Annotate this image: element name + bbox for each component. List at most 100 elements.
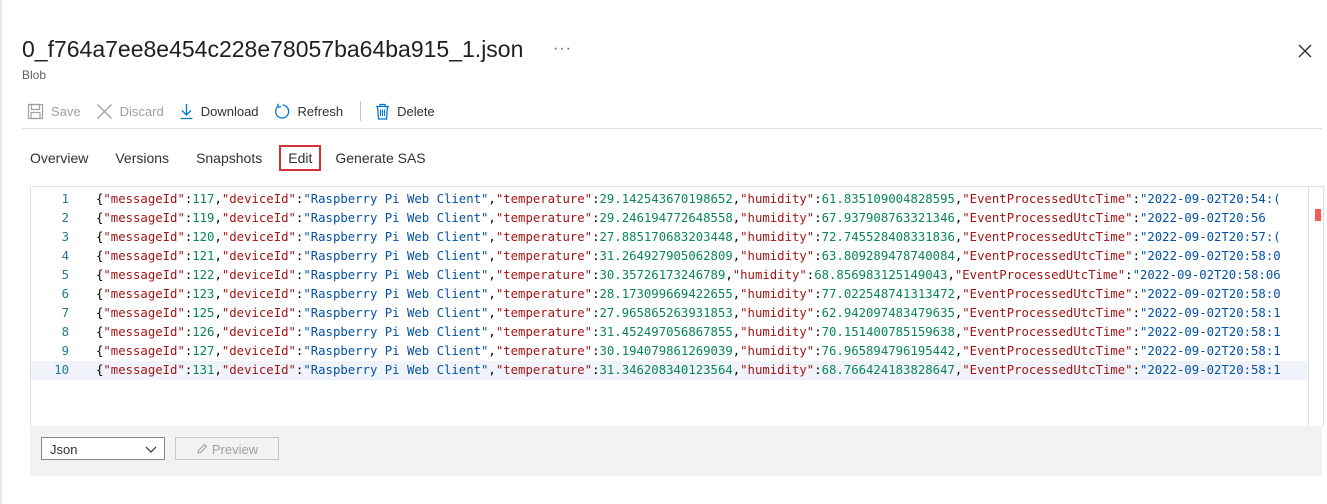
- code-text: {"messageId":126,"deviceId":"Raspberry P…: [96, 323, 1281, 342]
- json-key: "EventProcessedUtcTime": [962, 249, 1133, 263]
- json-key: "EventProcessedUtcTime": [962, 287, 1133, 301]
- json-key: "temperature": [495, 268, 593, 282]
- chevron-down-icon: [145, 446, 157, 453]
- json-comma: ,: [488, 211, 496, 225]
- json-key: "humidity": [740, 287, 815, 301]
- json-colon: :: [814, 325, 822, 339]
- json-string: "2022-09-02T20:58:0: [1139, 287, 1281, 301]
- delete-button[interactable]: Delete: [375, 103, 435, 120]
- json-number: 119: [192, 211, 215, 225]
- tab-versions[interactable]: Versions: [115, 150, 169, 166]
- json-key: "messageId": [103, 249, 185, 263]
- code-line: 10 {"messageId":131,"deviceId":"Raspberry…: [31, 361, 1323, 380]
- discard-button[interactable]: Discard: [96, 103, 164, 120]
- json-string: "Raspberry Pi Web Client": [303, 192, 489, 206]
- json-key: "deviceId": [221, 306, 296, 320]
- format-select[interactable]: Json: [41, 437, 165, 460]
- more-options-button[interactable]: ···: [553, 40, 572, 58]
- json-key: "humidity": [732, 268, 807, 282]
- json-key: "messageId": [103, 211, 185, 225]
- json-number: 77.022548741313472: [821, 287, 955, 301]
- json-key: "humidity": [740, 325, 815, 339]
- code-text: {"messageId":120,"deviceId":"Raspberry P…: [96, 228, 1281, 247]
- save-icon: [27, 103, 44, 119]
- json-key: "temperature": [495, 325, 593, 339]
- command-bar: Save Discard Download Refresh Delete: [27, 98, 450, 124]
- json-number: 122: [192, 268, 215, 282]
- json-number: 31.264927905062809: [599, 249, 733, 263]
- json-comma: ,: [488, 363, 496, 377]
- json-colon: :: [1132, 344, 1140, 358]
- json-string: "2022-09-02T20:58:1: [1139, 363, 1281, 377]
- json-key: "temperature": [495, 287, 593, 301]
- json-key: "temperature": [495, 211, 593, 225]
- json-number: 29.142543670198652: [599, 192, 733, 206]
- json-colon: :: [1132, 230, 1140, 244]
- json-key: "messageId": [103, 192, 185, 206]
- json-comma: ,: [214, 211, 222, 225]
- json-colon: :: [814, 363, 822, 377]
- json-key: "deviceId": [221, 249, 296, 263]
- json-comma: ,: [488, 325, 496, 339]
- page-title: 0_f764a7ee8e454c228e78057ba64ba915_1.jso…: [22, 36, 524, 62]
- code-text: {"messageId":127,"deviceId":"Raspberry P…: [96, 342, 1281, 361]
- json-string: "Raspberry Pi Web Client": [303, 230, 489, 244]
- json-string: "Raspberry Pi Web Client": [303, 325, 489, 339]
- json-string: "Raspberry Pi Web Client": [303, 363, 489, 377]
- code-line: 2 {"messageId":119,"deviceId":"Raspberry …: [31, 209, 1323, 228]
- json-colon: :: [814, 287, 822, 301]
- toolbar-divider-line: [22, 128, 1322, 129]
- json-key: "EventProcessedUtcTime": [954, 268, 1126, 282]
- json-key: "EventProcessedUtcTime": [962, 306, 1133, 320]
- json-colon: :: [1132, 363, 1140, 377]
- tab-generate-sas[interactable]: Generate SAS: [335, 150, 425, 166]
- json-key: "deviceId": [221, 268, 296, 282]
- json-comma: ,: [947, 268, 955, 282]
- json-number: 126: [192, 325, 215, 339]
- json-number: 30.35726173246789: [599, 268, 726, 282]
- json-number: 30.194079861269039: [599, 344, 733, 358]
- json-key: "EventProcessedUtcTime": [962, 363, 1133, 377]
- json-colon: :: [1132, 287, 1140, 301]
- json-comma: ,: [488, 344, 496, 358]
- json-key: "messageId": [103, 325, 185, 339]
- json-comma: ,: [488, 192, 496, 206]
- json-number: 123: [192, 287, 215, 301]
- tab-snapshots[interactable]: Snapshots: [196, 150, 262, 166]
- line-number: 3: [61, 230, 69, 244]
- json-comma: ,: [488, 306, 496, 320]
- json-key: "humidity": [740, 230, 815, 244]
- pencil-icon: [197, 443, 208, 454]
- save-button[interactable]: Save: [27, 103, 81, 120]
- editor-scrollbar[interactable]: [1308, 187, 1323, 427]
- json-key: "messageId": [103, 306, 185, 320]
- tab-overview[interactable]: Overview: [30, 150, 88, 166]
- code-line: 5 {"messageId":122,"deviceId":"Raspberry …: [31, 266, 1323, 285]
- scrollbar-error-marker: [1315, 209, 1321, 221]
- code-line: 6 {"messageId":123,"deviceId":"Raspberry …: [31, 285, 1323, 304]
- code-text: {"messageId":117,"deviceId":"Raspberry P…: [96, 190, 1281, 209]
- json-key: "messageId": [103, 230, 185, 244]
- json-string: "2022-09-02T20:54:(: [1139, 192, 1281, 206]
- json-comma: ,: [214, 287, 222, 301]
- json-key: "humidity": [740, 344, 815, 358]
- json-key: "deviceId": [221, 287, 296, 301]
- tab-edit[interactable]: Edit: [279, 145, 322, 171]
- download-button[interactable]: Download: [179, 103, 259, 120]
- json-comma: ,: [214, 344, 222, 358]
- code-line: 8 {"messageId":126,"deviceId":"Raspberry …: [31, 323, 1323, 342]
- json-comma: ,: [214, 268, 222, 282]
- json-colon: :: [1132, 306, 1140, 320]
- code-text: {"messageId":122,"deviceId":"Raspberry P…: [96, 266, 1281, 285]
- close-icon[interactable]: [1296, 42, 1314, 60]
- refresh-button[interactable]: Refresh: [274, 103, 343, 120]
- json-string: "2022-09-02T20:58:1: [1139, 325, 1281, 339]
- json-number: 76.965894796195442: [821, 344, 955, 358]
- json-comma: ,: [214, 249, 222, 263]
- code-editor[interactable]: 10 {"messageId":131,"deviceId":"Raspberry…: [30, 186, 1324, 427]
- preview-button[interactable]: Preview: [175, 437, 279, 460]
- json-number: 63.809289478740084: [821, 249, 955, 263]
- json-key: "humidity": [740, 363, 815, 377]
- toolbar-divider: [360, 101, 362, 121]
- download-label: Download: [200, 103, 259, 119]
